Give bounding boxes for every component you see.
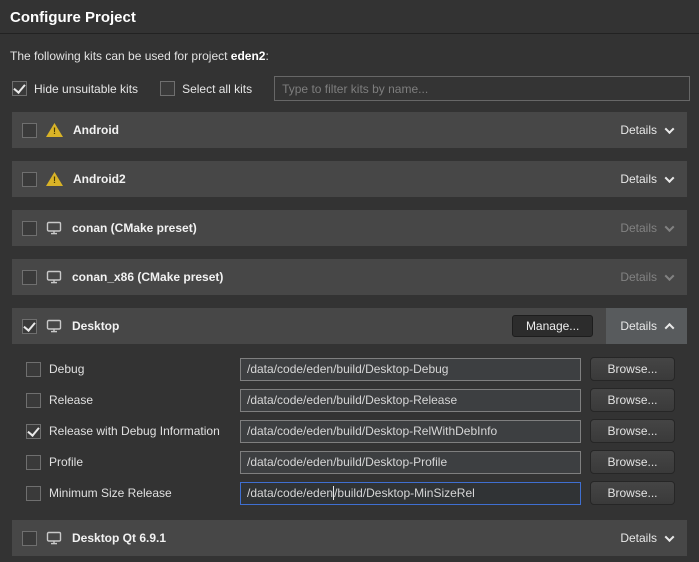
chevron-down-icon: [665, 173, 675, 183]
browse-button[interactable]: Browse...: [590, 388, 675, 412]
build-dir-input[interactable]: /data/code/eden/build/Desktop-Profile: [240, 451, 581, 474]
chevron-down-icon: [665, 271, 675, 281]
build-dir-input[interactable]: /data/code/eden/build/Desktop-Debug: [240, 358, 581, 381]
kit-row-conan: conan (CMake preset) Details: [12, 210, 687, 246]
warning-icon: [46, 172, 63, 186]
desktop-icon: [46, 221, 62, 235]
checkbox-label: Select all kits: [182, 82, 252, 96]
kit-row-desktop: Desktop Manage... Details: [12, 308, 687, 344]
config-checkbox[interactable]: [26, 424, 41, 439]
build-dir-input-focused[interactable]: /data/code/eden/build/Desktop-MinSizeRel: [240, 482, 581, 505]
config-checkbox[interactable]: [26, 393, 41, 408]
kit-row-desktop-qt-691: Desktop Qt 6.9.1 Details: [12, 520, 687, 556]
desktop-icon: [46, 531, 62, 545]
kit-name: conan_x86 (CMake preset): [72, 270, 223, 284]
chevron-down-icon: [665, 532, 675, 542]
browse-button[interactable]: Browse...: [590, 357, 675, 381]
config-label: Release: [49, 393, 240, 407]
chevron-down-icon: [665, 124, 675, 134]
build-dir-input[interactable]: /data/code/eden/build/Desktop-Release: [240, 389, 581, 412]
kit-checkbox[interactable]: [22, 123, 37, 138]
kit-filter-bar: Hide unsuitable kits Select all kits: [12, 76, 690, 101]
browse-button[interactable]: Browse...: [590, 481, 675, 505]
kit-row-android: Android Details: [12, 112, 687, 148]
kit-name: conan (CMake preset): [72, 221, 197, 235]
kit-name: Desktop Qt 6.9.1: [72, 531, 166, 545]
checkbox-icon: [12, 81, 27, 96]
hide-unsuitable-kits-checkbox[interactable]: Hide unsuitable kits: [12, 81, 138, 96]
kit-name: Android2: [73, 172, 126, 186]
desktop-icon: [46, 319, 62, 333]
browse-button[interactable]: Browse...: [590, 450, 675, 474]
kit-row-android2: Android2 Details: [12, 161, 687, 197]
kit-filter-input[interactable]: [274, 76, 690, 101]
build-config-row-profile: Profile /data/code/eden/build/Desktop-Pr…: [24, 450, 675, 474]
kit-list: Android Details Android2 Details conan (…: [12, 112, 687, 556]
build-dir-input[interactable]: /data/code/eden/build/Desktop-RelWithDeb…: [240, 420, 581, 443]
manage-kits-button[interactable]: Manage...: [512, 315, 593, 337]
build-config-row-debug: Debug /data/code/eden/build/Desktop-Debu…: [24, 357, 675, 381]
details-toggle[interactable]: Details: [606, 520, 687, 556]
kit-name: Desktop: [72, 319, 119, 333]
build-config-row-relwithdebinfo: Release with Debug Information /data/cod…: [24, 419, 675, 443]
title-separator: [0, 33, 699, 34]
config-checkbox[interactable]: [26, 455, 41, 470]
kit-checkbox[interactable]: [22, 319, 37, 334]
config-label: Minimum Size Release: [49, 486, 240, 500]
kit-name: Android: [73, 123, 119, 137]
checkbox-label: Hide unsuitable kits: [34, 82, 138, 96]
desktop-icon: [46, 270, 62, 284]
chevron-up-icon: [665, 322, 675, 332]
page-title: Configure Project: [0, 0, 699, 33]
details-toggle[interactable]: Details: [606, 161, 687, 197]
details-toggle: Details: [606, 259, 687, 295]
kit-checkbox[interactable]: [22, 172, 37, 187]
project-name: eden2: [231, 49, 266, 63]
checkbox-icon: [160, 81, 175, 96]
config-label: Release with Debug Information: [49, 424, 240, 438]
warning-icon: [46, 123, 63, 137]
build-config-row-minsizerel: Minimum Size Release /data/code/eden/bui…: [24, 481, 675, 505]
kit-row-conan-x86: conan_x86 (CMake preset) Details: [12, 259, 687, 295]
config-label: Profile: [49, 455, 240, 469]
kit-checkbox[interactable]: [22, 531, 37, 546]
details-toggle[interactable]: Details: [606, 112, 687, 148]
kit-checkbox[interactable]: [22, 221, 37, 236]
details-toggle[interactable]: Details: [606, 308, 687, 344]
details-toggle: Details: [606, 210, 687, 246]
kit-checkbox[interactable]: [22, 270, 37, 285]
build-config-row-release: Release /data/code/eden/build/Desktop-Re…: [24, 388, 675, 412]
select-all-kits-checkbox[interactable]: Select all kits: [160, 81, 252, 96]
config-checkbox[interactable]: [26, 486, 41, 501]
config-label: Debug: [49, 362, 240, 376]
chevron-down-icon: [665, 222, 675, 232]
browse-button[interactable]: Browse...: [590, 419, 675, 443]
kits-info-text: The following kits can be used for proje…: [10, 49, 689, 63]
config-checkbox[interactable]: [26, 362, 41, 377]
desktop-build-configs: Debug /data/code/eden/build/Desktop-Debu…: [24, 357, 675, 505]
